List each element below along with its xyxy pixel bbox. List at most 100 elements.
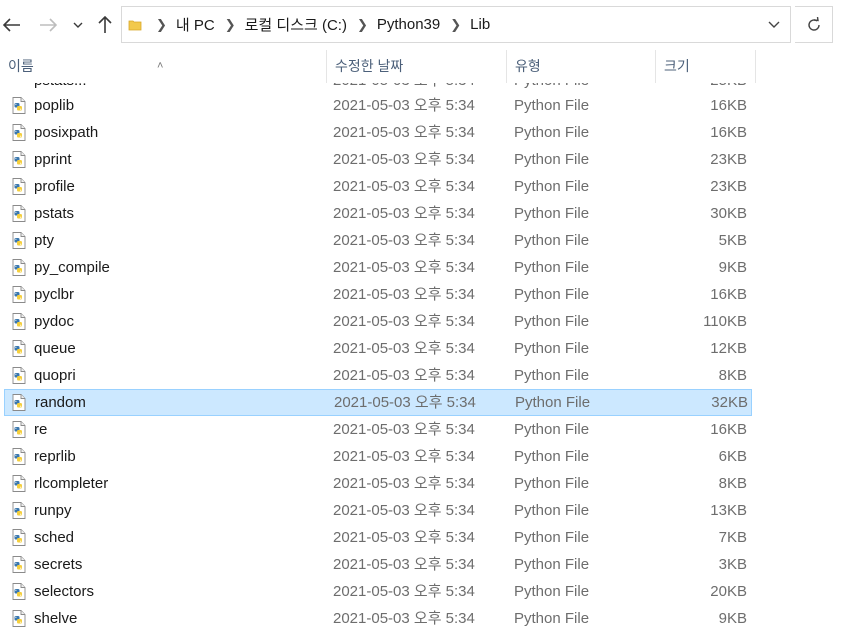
file-size: 110KB [703, 313, 747, 330]
list-item[interactable]: re 2021-05-03 오후 5:34 Python File 16KB [4, 416, 752, 443]
column-header-size[interactable]: 크기 [656, 50, 756, 83]
navigation-toolbar: ❯ 내 PC ❯ 로컬 디스크 (C:) ❯ Python39 ❯ Lib [0, 0, 851, 50]
list-item[interactable]: sched 2021-05-03 오후 5:34 Python File 7KB [4, 524, 752, 551]
list-item[interactable]: secrets 2021-05-03 오후 5:34 Python File 3KB [4, 551, 752, 578]
file-size: 8KB [718, 475, 747, 492]
breadcrumb-item-python39[interactable]: Python39 [377, 16, 440, 33]
list-item[interactable]: runpy 2021-05-03 오후 5:34 Python File 13KB [4, 497, 752, 524]
chevron-down-icon [73, 22, 83, 28]
python-file-icon [11, 97, 27, 114]
refresh-icon [807, 16, 820, 31]
list-item[interactable]: quopri 2021-05-03 오후 5:34 Python File 8KB [4, 362, 752, 389]
file-size: 12KB [710, 340, 747, 357]
breadcrumb-item-lib[interactable]: Lib [470, 16, 490, 33]
file-type: Python File [514, 97, 590, 114]
back-button[interactable] [0, 13, 24, 37]
file-date: 2021-05-03 오후 5:34 [333, 367, 475, 384]
list-item[interactable]: selectors 2021-05-03 오후 5:34 Python File 20… [4, 578, 752, 605]
file-name: posixpath [34, 124, 99, 141]
list-item[interactable]: profile 2021-05-03 오후 5:34 Python File 23KB [4, 173, 752, 200]
file-date: 2021-05-03 오후 5:34 [333, 502, 475, 519]
file-list[interactable]: pstats... 2021-05-03 오후 5:34 Python File… [0, 83, 851, 636]
file-date: 2021-05-03 오후 5:34 [333, 475, 475, 492]
list-item[interactable]: random 2021-05-03 오후 5:34 Python File 32KB [4, 389, 752, 416]
file-name: secrets [34, 556, 83, 573]
file-type: Python File [514, 286, 590, 303]
file-type: Python File [515, 394, 591, 411]
up-button[interactable] [93, 13, 117, 37]
file-date: 2021-05-03 오후 5:34 [333, 286, 475, 303]
file-size: 16KB [710, 421, 747, 438]
file-type: Python File [514, 421, 590, 438]
column-header-name[interactable]: 이름 ˄ [0, 50, 327, 83]
file-size: 3KB [718, 556, 747, 573]
list-item[interactable]: poplib 2021-05-03 오후 5:34 Python File 16KB [4, 92, 752, 119]
file-type: Python File [514, 124, 590, 141]
file-name: pydoc [34, 313, 75, 330]
column-header-date[interactable]: 수정한 날짜 [327, 50, 507, 83]
breadcrumb-item-drive[interactable]: 로컬 디스크 (C:) [245, 14, 347, 35]
breadcrumb-separator-icon[interactable]: ❯ [225, 17, 236, 33]
file-size: 23KB [710, 178, 747, 195]
column-header-type[interactable]: 유형 [507, 50, 656, 83]
list-item[interactable]: pty 2021-05-03 오후 5:34 Python File 5KB [4, 227, 752, 254]
file-date: 2021-05-03 오후 5:34 [333, 259, 475, 276]
address-bar[interactable]: ❯ 내 PC ❯ 로컬 디스크 (C:) ❯ Python39 ❯ Lib [121, 6, 791, 43]
list-item[interactable]: queue 2021-05-03 오후 5:34 Python File 12KB [4, 335, 752, 362]
file-type: Python File [514, 313, 590, 330]
address-dropdown-button[interactable] [763, 13, 785, 35]
file-date: 2021-05-03 오후 5:34 [333, 178, 475, 195]
file-date: 2021-05-03 오후 5:34 [333, 232, 475, 249]
file-size: 23KB [710, 151, 747, 168]
python-file-icon [11, 583, 27, 600]
list-item[interactable]: pprint 2021-05-03 오후 5:34 Python File 23KB [4, 146, 752, 173]
file-size: 16KB [710, 124, 747, 141]
python-file-icon [11, 313, 27, 330]
file-type: Python File [514, 475, 590, 492]
file-date: 2021-05-03 오후 5:34 [333, 97, 475, 114]
file-name: pstats [34, 205, 75, 222]
file-name: profile [34, 178, 75, 195]
breadcrumb-item-pc[interactable]: 내 PC [176, 14, 215, 35]
list-item[interactable]: pstats 2021-05-03 오후 5:34 Python File 30KB [4, 200, 752, 227]
list-item[interactable]: posixpath 2021-05-03 오후 5:34 Python File 16… [4, 119, 752, 146]
python-file-icon [11, 151, 27, 168]
file-name: pyclbr [34, 286, 75, 303]
file-date: 2021-05-03 오후 5:34 [333, 205, 475, 222]
python-file-icon [11, 259, 27, 276]
list-item[interactable]: pyclbr 2021-05-03 오후 5:34 Python File 16KB [4, 281, 752, 308]
column-header-size-label: 크기 [664, 58, 690, 74]
file-date: 2021-05-03 오후 5:34 [333, 313, 475, 330]
python-file-icon [11, 178, 27, 195]
refresh-button[interactable] [795, 6, 833, 43]
list-item[interactable]: pydoc 2021-05-03 오후 5:34 Python File 110KB [4, 308, 752, 335]
file-date: 2021-05-03 오후 5:34 [333, 151, 475, 168]
file-name: py_compile [34, 259, 110, 276]
python-file-icon [11, 529, 27, 546]
list-item[interactable]: rlcompleter 2021-05-03 오후 5:34 Python File… [4, 470, 752, 497]
file-date: 2021-05-03 오후 5:34 [333, 610, 475, 627]
list-item[interactable]: py_compile 2021-05-03 오후 5:34 Python File 9… [4, 254, 752, 281]
recent-locations-button[interactable] [68, 13, 88, 37]
list-item[interactable]: reprlib 2021-05-03 오후 5:34 Python File 6KB [4, 443, 752, 470]
file-size: 30KB [710, 205, 747, 222]
file-name: reprlib [34, 448, 76, 465]
file-type: Python File [514, 367, 590, 384]
file-type: Python File [514, 502, 590, 519]
list-item[interactable]: shelve 2021-05-03 오후 5:34 Python File 9KB [4, 605, 752, 632]
file-size: 7KB [718, 529, 747, 546]
file-name: runpy [34, 502, 72, 519]
file-type: Python File [514, 448, 590, 465]
breadcrumb-separator-icon[interactable]: ❯ [156, 17, 167, 33]
breadcrumb-separator-icon[interactable]: ❯ [357, 17, 368, 33]
file-date: 2021-05-03 오후 5:34 [333, 556, 475, 573]
python-file-icon [11, 502, 27, 519]
file-size: 13KB [710, 502, 747, 519]
breadcrumb-separator-icon[interactable]: ❯ [450, 17, 461, 33]
file-name: sched [34, 529, 75, 546]
file-type: Python File [514, 583, 590, 600]
file-date: 2021-05-03 오후 5:34 [333, 124, 475, 141]
file-name: rlcompleter [34, 475, 109, 492]
forward-button[interactable] [36, 13, 60, 37]
file-date: 2021-05-03 오후 5:34 [333, 529, 475, 546]
